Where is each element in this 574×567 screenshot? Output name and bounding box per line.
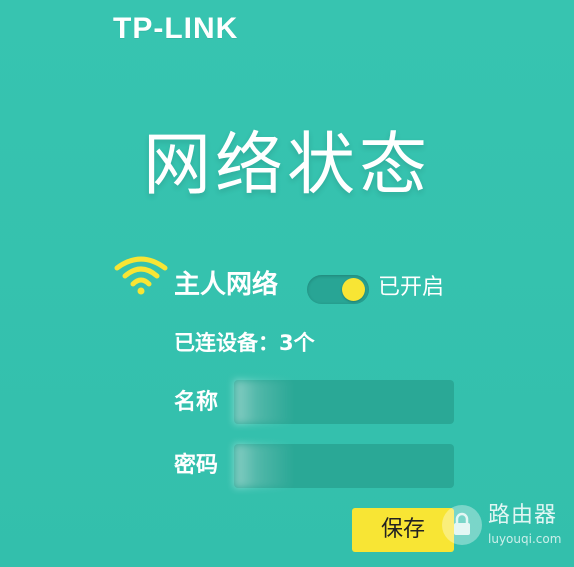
watermark-text: 路由器 — [488, 503, 558, 528]
network-name: 主人网络 — [174, 270, 279, 300]
network-status-page: TP-LINK 网络状态 主人网络 已开启 已连设备：3个 名称 密码 保存 路… — [0, 0, 574, 567]
watermark-url: luyouqi.com — [488, 532, 562, 546]
password-label: 密码 — [174, 453, 219, 478]
devices-count: 3个 — [279, 331, 315, 355]
toggle-status-text: 已开启 — [378, 275, 445, 300]
watermark: 路由器 luyouqi.com — [440, 503, 570, 559]
page-title: 网络状态 — [142, 126, 431, 205]
name-label: 名称 — [174, 390, 219, 415]
wifi-icon — [114, 256, 168, 295]
name-input[interactable] — [234, 380, 454, 424]
tp-link-logo: TP-LINK — [113, 12, 239, 45]
connected-devices: 已连设备：3个 — [174, 333, 315, 354]
devices-label: 已连设备： — [174, 331, 279, 355]
toggle-knob — [342, 278, 365, 301]
password-input[interactable] — [234, 444, 454, 488]
save-button[interactable]: 保存 — [352, 508, 454, 552]
network-toggle[interactable] — [307, 275, 369, 304]
